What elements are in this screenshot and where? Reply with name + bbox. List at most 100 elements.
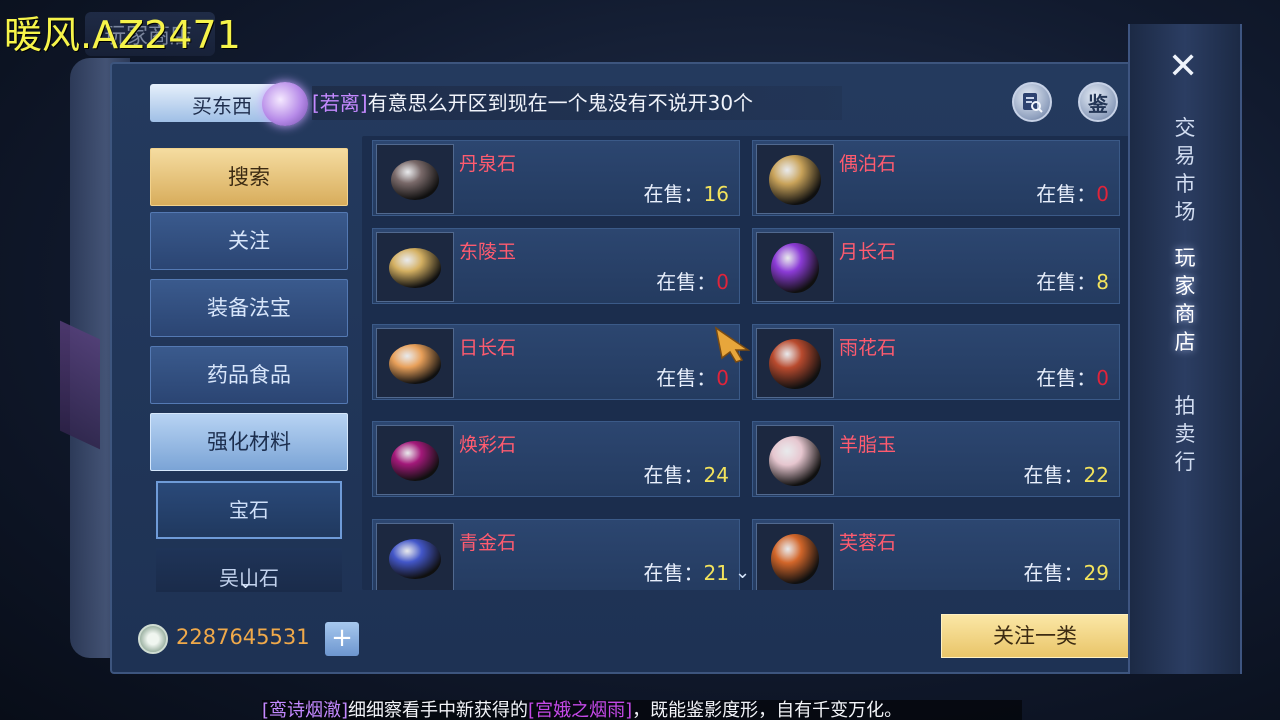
nav-char: 玩 (1174, 246, 1196, 270)
item-stock: 在售：29 (1024, 557, 1109, 586)
currency-coin-icon (138, 624, 168, 654)
white-jade-icon (769, 436, 821, 486)
nav-char: 行 (1174, 450, 1196, 474)
chat-item-link[interactable]: [宫娥之烟雨] (528, 700, 632, 720)
currency-amount: 2287645531 (176, 625, 310, 649)
arrow-cursor-icon (714, 326, 751, 363)
item-stock: 在售：24 (644, 459, 729, 488)
stock-label: 在售： (1023, 561, 1084, 585)
sidebar-search-label: 搜索 (228, 165, 270, 189)
sidebar-item-medicine[interactable]: 药品食品 (150, 346, 348, 404)
gold-orb-icon (769, 155, 821, 205)
nav-char: 商 (1174, 302, 1196, 326)
item-name: 青金石 (459, 532, 517, 554)
sidebar-item-materials[interactable]: 强化材料 (150, 413, 348, 471)
stock-label: 在售： (643, 561, 704, 585)
item-name: 日长石 (459, 337, 517, 359)
gem-raw-icon (391, 160, 439, 200)
item-icon-frame (376, 523, 454, 590)
nav-char: 易 (1174, 144, 1196, 168)
item-card[interactable]: 偶泊石在售：0 (752, 140, 1120, 216)
item-stock: 在售：0 (656, 362, 729, 391)
sidebar-item-label: 强化材料 (207, 430, 291, 454)
nav-char: 卖 (1174, 422, 1196, 446)
lapis-icon (389, 539, 441, 579)
identify-button[interactable]: 鉴 (1078, 82, 1118, 122)
nav-player-shop[interactable]: 玩家商店 (1170, 244, 1200, 356)
sidebar-subitem-label: 宝石 (229, 498, 269, 522)
purple-oval-icon (771, 243, 819, 293)
background-ribbon (60, 320, 100, 450)
item-stock: 在售：8 (1036, 266, 1109, 295)
close-icon[interactable]: ✕ (1168, 46, 1198, 87)
nav-char: 交 (1174, 116, 1196, 140)
sidebar-subitem-gem[interactable]: 宝石 (156, 481, 342, 539)
stock-count: 22 (1083, 463, 1109, 487)
item-card[interactable]: 丹泉石 在售：16 (372, 140, 740, 216)
chat-text-b: ，既能鉴影度形，自有千变万化。 (632, 700, 903, 720)
item-stock: 在售：21 (644, 557, 729, 586)
broadcast-speaker[interactable]: [若离] (312, 91, 368, 115)
item-card[interactable]: 青金石在售：21 (372, 519, 740, 590)
buy-tab-label: 买东西 (192, 94, 252, 118)
item-stock: 在售：0 (656, 266, 729, 295)
sidebar-search[interactable]: 搜索 (150, 148, 348, 206)
item-name: 羊脂玉 (839, 434, 897, 456)
sidebar-item-label: 装备法宝 (207, 296, 291, 320)
stock-label: 在售： (1036, 366, 1097, 390)
item-name: 偶泊石 (839, 153, 897, 175)
stock-count: 29 (1083, 561, 1109, 585)
stock-count: 21 (703, 561, 729, 585)
item-name: 焕彩石 (459, 434, 517, 456)
stock-label: 在售： (643, 182, 704, 206)
broadcast-text: 有意思么开区到现在一个鬼没有不说开30个 (367, 91, 754, 115)
nav-char: 店 (1174, 330, 1196, 354)
stock-label: 在售： (643, 463, 704, 487)
item-card[interactable]: 月长石在售：8 (752, 228, 1120, 304)
follow-category-button[interactable]: 关注一类 (941, 614, 1129, 658)
item-name: 丹泉石 (459, 153, 517, 175)
item-stock: 在售：0 (1036, 362, 1109, 391)
sidebar-item-label: 药品食品 (207, 363, 291, 387)
stock-count: 24 (703, 463, 729, 487)
follow-category-label: 关注一类 (993, 624, 1077, 648)
chat-speaker[interactable]: [鸾诗烟澈] (262, 700, 348, 720)
magenta-gem-icon (391, 441, 439, 481)
nav-char: 家 (1174, 274, 1196, 298)
grid-scroll-down-icon[interactable]: ⌄ (735, 562, 750, 583)
nav-char: 市 (1174, 172, 1196, 196)
item-card[interactable]: 日长石在售：0 (372, 324, 740, 400)
watermark-text: 暖风.AZ2471 (4, 13, 241, 57)
item-name: 芙蓉石 (839, 532, 897, 554)
stock-label: 在售： (1036, 182, 1097, 206)
horn-icon[interactable] (262, 82, 308, 126)
nav-trade-market[interactable]: 交易市场 (1170, 114, 1200, 226)
item-card[interactable]: 芙蓉石在售：29 (752, 519, 1120, 590)
item-card[interactable]: 焕彩石在售：24 (372, 421, 740, 497)
item-name: 月长石 (839, 241, 897, 263)
book-search-button[interactable] (1012, 82, 1052, 122)
stock-count: 0 (1096, 366, 1109, 390)
item-icon-frame (756, 232, 834, 302)
stock-count: 0 (1096, 182, 1109, 206)
item-card[interactable]: 东陵玉在售：0 (372, 228, 740, 304)
item-name: 东陵玉 (459, 241, 517, 263)
item-icon-frame (376, 232, 454, 302)
sidebar-scroll-down-icon[interactable]: ⌄ (238, 572, 253, 593)
nav-char: 拍 (1174, 394, 1196, 418)
gold-jade-icon (389, 248, 441, 288)
nav-auction-house[interactable]: 拍卖行 (1170, 392, 1200, 476)
sidebar-item-equipment[interactable]: 装备法宝 (150, 279, 348, 337)
item-icon-frame (756, 144, 834, 214)
chat-text-a: 细细察看手中新获得的 (348, 700, 529, 720)
stock-count: 0 (716, 270, 729, 294)
item-icon-frame (756, 328, 834, 398)
sidebar-item-follow[interactable]: 关注 (150, 212, 348, 270)
item-icon-frame (376, 328, 454, 398)
stock-label: 在售： (656, 366, 717, 390)
item-card[interactable]: 雨花石 在售：0 (752, 324, 1120, 400)
item-card[interactable]: 羊脂玉 在售：22 (752, 421, 1120, 497)
add-currency-button[interactable]: + (325, 622, 359, 656)
stock-count: 8 (1096, 270, 1109, 294)
item-stock: 在售：0 (1036, 178, 1109, 207)
